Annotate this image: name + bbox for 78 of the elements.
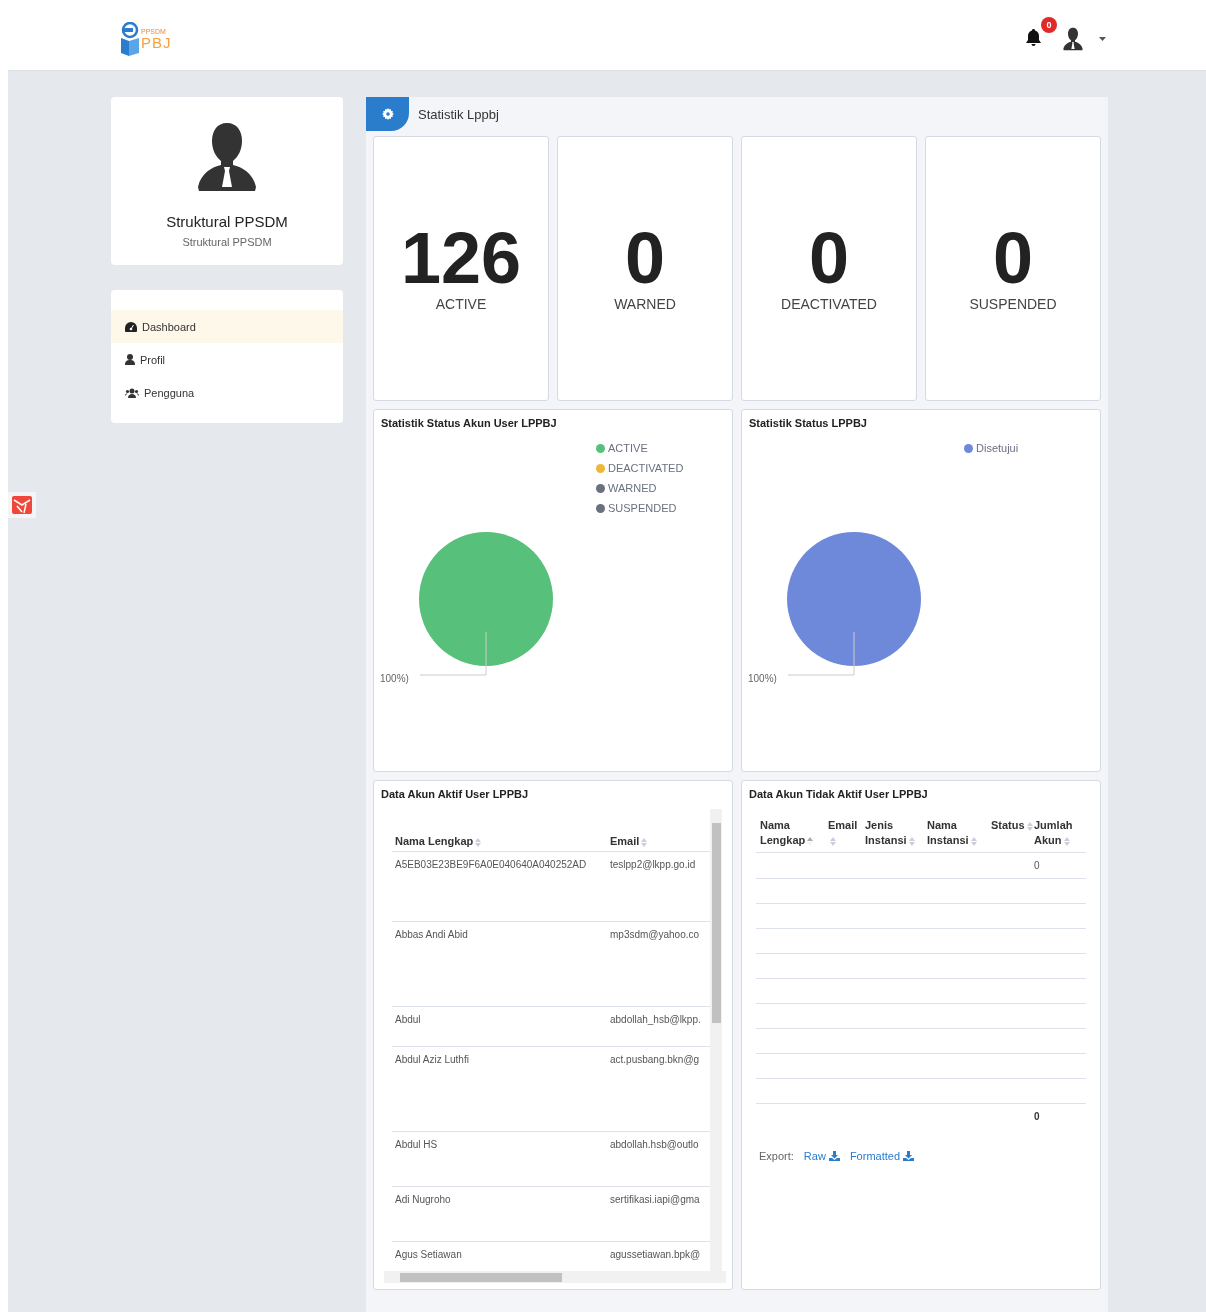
legend-item[interactable]: SUSPENDED: [596, 502, 684, 514]
sort-icon[interactable]: [970, 836, 977, 846]
table-cell: abdollah_hsb@lkpp.: [610, 1014, 701, 1025]
nav-item[interactable]: Pengguna: [111, 376, 343, 409]
export-link[interactable]: Raw: [803, 1150, 840, 1162]
bell-icon[interactable]: [1026, 28, 1041, 46]
table-title: Data Akun Tidak Aktif User LPPBJ: [748, 787, 929, 800]
chart-title: Statistik Status Akun User LPPBJ: [380, 416, 558, 429]
user-icon: [125, 354, 135, 365]
column-header[interactable]: Email: [828, 818, 865, 848]
column-header[interactable]: Email: [610, 835, 648, 847]
vertical-scrollbar[interactable]: [710, 809, 722, 1271]
export-label: Export:: [759, 1150, 794, 1162]
gauge-icon: [125, 321, 137, 332]
stat-value: 126: [400, 221, 522, 294]
table-cell: sertifikasi.iapi@gma: [610, 1194, 700, 1205]
sort-icon[interactable]: [475, 837, 482, 847]
column-header[interactable]: Nama Lengkap: [392, 835, 610, 847]
table-cell: Agus Setiawan: [395, 1249, 462, 1260]
stat-value: 0: [992, 221, 1033, 294]
stat-label: SUSPENDED: [969, 295, 1057, 312]
legend-item[interactable]: ACTIVE: [596, 442, 684, 454]
stat-label: DEACTIVATED: [781, 295, 877, 312]
column-header[interactable]: Jenis Instansi: [865, 818, 927, 848]
table-cell: mp3sdm@yahoo.co: [610, 929, 700, 940]
sort-icon[interactable]: [1026, 821, 1033, 831]
settings-icon: [381, 108, 394, 120]
slice-label: 100%): [380, 673, 409, 684]
download-icon: [903, 1151, 914, 1161]
table-cell: Abdul: [395, 1014, 421, 1025]
table-cell: Adi Nugroho: [395, 1194, 451, 1205]
table-title: Data Akun Aktif User LPPBJ: [380, 787, 530, 800]
floating-widget-icon[interactable]: [8, 492, 36, 518]
sort-icon[interactable]: [830, 836, 836, 846]
logo-text: PBJ: [141, 35, 172, 50]
legend-item[interactable]: WARNED: [596, 482, 684, 494]
stat-value: 0: [808, 221, 849, 294]
section-title: Statistik Lppbj: [418, 106, 499, 122]
sort-icon[interactable]: [908, 836, 915, 846]
nav-item[interactable]: Dashboard: [111, 310, 343, 343]
chart-title: Statistik Status LPPBJ: [748, 416, 868, 429]
table-cell: abdollah.hsb@outlo: [610, 1139, 699, 1150]
stat-value: 0: [624, 221, 665, 294]
user-avatar-icon[interactable]: [1063, 27, 1083, 51]
profile-role: Struktural PPSDM: [182, 236, 272, 248]
slice-label: 100%): [748, 673, 777, 684]
table-cell: Abbas Andi Abid: [395, 929, 468, 940]
table-cell: Abdul Aziz Luthfi: [395, 1054, 469, 1065]
export-link[interactable]: Formatted: [849, 1150, 914, 1162]
column-header[interactable]: Nama Instansi: [927, 818, 991, 848]
column-header[interactable]: Nama Lengkap: [760, 818, 828, 848]
table-cell: A5EB03E23BE9F6A0E040640A040252AD: [395, 859, 587, 870]
logo-icon: [120, 22, 140, 56]
leader-line: [787, 631, 855, 676]
stat-label: ACTIVE: [435, 295, 487, 312]
column-header[interactable]: Status: [991, 818, 1034, 848]
table-cell: teslpp2@lkpp.go.id: [610, 859, 696, 870]
profile-name: Struktural PPSDM: [166, 213, 288, 230]
users-icon: [125, 387, 139, 398]
column-header[interactable]: Jumlah Akun: [1034, 818, 1090, 848]
sort-icon[interactable]: [1063, 836, 1070, 846]
table-cell: Abdul HS: [395, 1139, 438, 1150]
leader-line: [419, 631, 487, 676]
notification-badge: 0: [1041, 16, 1057, 33]
caret-icon[interactable]: [1099, 37, 1106, 41]
table-cell-text: 0: [1034, 860, 1041, 871]
stat-label: WARNED: [614, 295, 676, 312]
download-icon: [828, 1151, 840, 1161]
legend-item[interactable]: DEACTIVATED: [596, 462, 684, 474]
sort-icon[interactable]: [641, 837, 648, 847]
table-cell: act.pusbang.bkn@g: [610, 1054, 700, 1065]
nav-item[interactable]: Profil: [111, 343, 343, 376]
profile-avatar-icon: [197, 121, 257, 193]
legend-item[interactable]: Disetujui: [964, 442, 1019, 454]
sort-icon[interactable]: [807, 836, 814, 846]
horizontal-scrollbar[interactable]: [384, 1271, 726, 1283]
table-cell: agussetiawan.bpk@: [610, 1249, 701, 1260]
total-value: 0: [1034, 1110, 1041, 1122]
